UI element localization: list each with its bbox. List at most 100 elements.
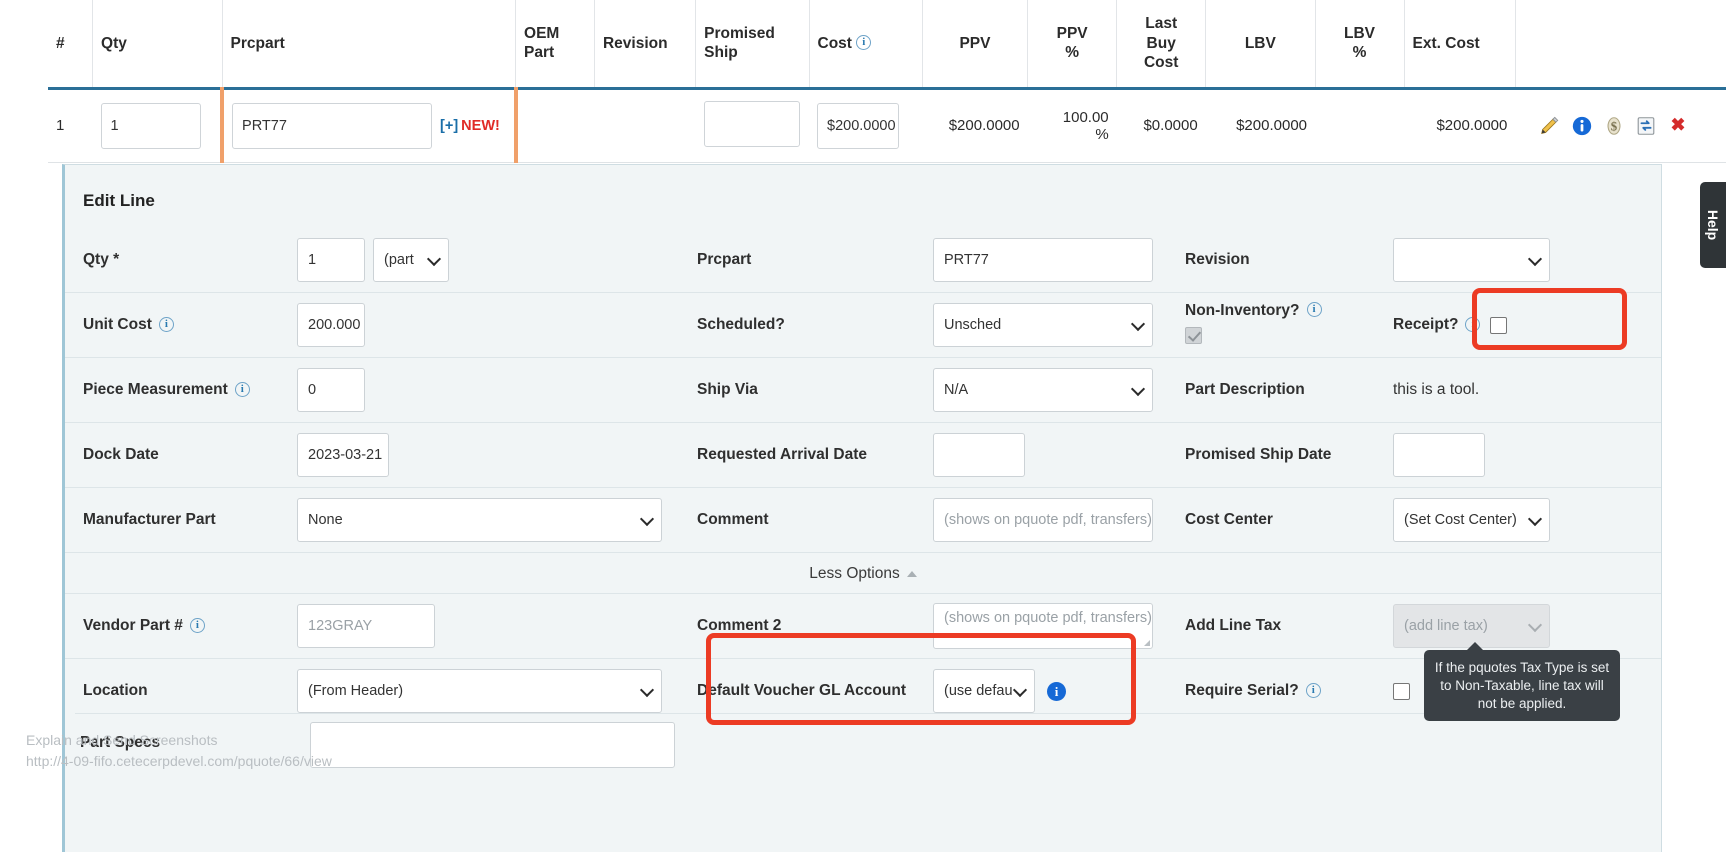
promised-ship-date-label-cell: Promised Ship Date [1185, 440, 1393, 470]
comment2-field-cell: (shows on pquote pdf, transfers) [933, 597, 1185, 655]
manufacturer-part-field-cell: None [297, 492, 697, 548]
location-label: Location [83, 682, 148, 699]
cost-center-select[interactable]: (Set Cost Center) [1393, 498, 1550, 542]
column-header-lbv-percent[interactable]: LBV% [1315, 0, 1405, 90]
delete-x-icon[interactable] [1667, 115, 1689, 137]
vendor-part-info-icon[interactable]: i [189, 617, 205, 633]
ship-via-label: Ship Via [697, 381, 758, 398]
non-inventory-info-icon[interactable]: i [1306, 302, 1322, 317]
requested-arrival-label-cell: Requested Arrival Date [697, 440, 933, 470]
piece-measurement-info-icon[interactable]: i [234, 381, 250, 397]
add-line-tax-label-cell: Add Line Tax [1185, 611, 1393, 641]
promised-ship-date-label: Promised Ship Date [1185, 446, 1332, 463]
location-select[interactable]: (From Header) [297, 669, 662, 713]
unit-cost-info-icon[interactable]: i [158, 316, 174, 332]
receipt-info-icon[interactable]: i [1465, 316, 1481, 332]
require-serial-label: Require Serial? [1185, 682, 1299, 699]
column-header-ppv-percent[interactable]: PPV% [1027, 0, 1118, 90]
qty-input[interactable]: 1 [100, 102, 201, 149]
revision-select[interactable] [1393, 237, 1550, 282]
default-voucher-gl-label-cell: Default Voucher GL Account [697, 676, 933, 706]
promised-ship-date-field-cell [1393, 427, 1643, 483]
promised-ship-input[interactable] [703, 100, 800, 147]
ship-via-label-cell: Ship Via [697, 375, 933, 405]
prcpart-input[interactable]: PRT77 [232, 102, 433, 149]
receipt-label: Receipt? [1393, 316, 1459, 333]
cell-ppv-percent: 100.00 % [1027, 88, 1117, 163]
dock-date-label: Dock Date [83, 446, 159, 463]
prcpart-input-field[interactable]: PRT77 [933, 237, 1153, 282]
less-options-label: Less Options [809, 565, 900, 582]
qty-field-cell: 1 (part [297, 232, 697, 288]
column-header-ext-cost[interactable]: Ext. Cost [1404, 0, 1516, 90]
form-row-unit-cost: Unit Cost i 200.000 Scheduled? Unsched N… [65, 292, 1661, 357]
less-options-toggle[interactable]: Less Options [65, 552, 1661, 593]
qty-unit-select[interactable]: (part [373, 237, 449, 282]
column-header-ppv[interactable]: PPV [922, 0, 1029, 90]
column-header-oem-part[interactable]: OEM Part [515, 0, 595, 90]
require-serial-checkbox[interactable] [1393, 682, 1410, 700]
cost-center-field-cell: (Set Cost Center) [1393, 492, 1643, 548]
column-header-cost[interactable]: Cost i [809, 0, 923, 90]
comment-textarea[interactable]: (shows on pquote pdf, transfers) [933, 498, 1153, 542]
transfer-doc-icon[interactable] [1635, 115, 1657, 137]
column-header-lbv[interactable]: LBV [1205, 0, 1316, 90]
column-header-actions [1515, 0, 1726, 90]
require-serial-label-cell: Require Serial? i [1185, 676, 1393, 706]
ship-via-select[interactable]: N/A [933, 368, 1153, 412]
default-voucher-gl-account-label: Default Voucher GL Account [697, 682, 906, 699]
column-header-qty[interactable]: Qty [92, 0, 223, 90]
column-header-last-buy-cost[interactable]: Last Buy Cost [1116, 0, 1207, 90]
edit-pencil-icon[interactable] [1539, 115, 1561, 137]
requested-arrival-date-input[interactable] [933, 433, 1025, 477]
qty-input-field[interactable]: 1 [297, 237, 365, 282]
unit-cost-input-field[interactable]: 200.000 [297, 303, 365, 347]
comment2-textarea[interactable]: (shows on pquote pdf, transfers) [933, 603, 1153, 649]
default-voucher-gl-account-select[interactable]: (use defau [933, 669, 1035, 713]
require-serial-info-icon[interactable]: i [1305, 682, 1321, 698]
promised-ship-date-input[interactable] [1393, 433, 1485, 477]
comment-label-cell: Comment [697, 505, 933, 535]
cell-promised-ship [695, 88, 810, 163]
cell-line-number: 1 [48, 88, 93, 163]
info-icon[interactable] [1571, 115, 1593, 137]
part-description-value: this is a tool. [1393, 381, 1480, 398]
cell-actions: $ [1515, 88, 1726, 163]
tooltip-arrow [1466, 642, 1484, 651]
default-voucher-gl-info-icon[interactable]: i [1047, 681, 1066, 701]
cell-ppv: $200.0000 [922, 88, 1028, 163]
part-specs-input[interactable] [310, 722, 675, 768]
column-header-revision[interactable]: Revision [594, 0, 697, 90]
vendor-part-input[interactable]: 123GRAY [297, 604, 435, 648]
part-description-label: Part Description [1185, 381, 1305, 398]
location-label-cell: Location [65, 676, 297, 706]
comment2-label: Comment 2 [697, 617, 782, 634]
add-line-tax-label: Add Line Tax [1185, 617, 1282, 634]
dock-date-input-field[interactable]: 2023-03-21 [297, 433, 389, 477]
column-header-number[interactable]: # [48, 0, 94, 90]
help-tab[interactable]: Help [1700, 182, 1726, 268]
comment2-label-cell: Comment 2 [697, 611, 933, 641]
vendor-part-label: Vendor Part # [83, 617, 183, 634]
dock-date-label-cell: Dock Date [65, 440, 297, 470]
piece-measurement-input-field[interactable]: 0 [297, 368, 365, 412]
receipt-checkbox[interactable] [1490, 316, 1508, 334]
manufacturer-part-label-cell: Manufacturer Part [65, 505, 297, 535]
cost-info-icon[interactable]: i [856, 34, 872, 50]
column-header-promised-ship[interactable]: Promised Ship [695, 0, 810, 90]
add-line-tax-tooltip: If the pquotes Tax Type is set to Non-Ta… [1424, 642, 1620, 722]
form-row-vendor-part: Vendor Part # i 123GRAY Comment 2 (shows… [65, 593, 1661, 658]
table-header-row: # Qty Prcpart OEM Part Revision Promised S… [48, 0, 1726, 90]
manufacturer-part-select[interactable]: None [297, 498, 662, 542]
cost-center-label-cell: Cost Center [1185, 505, 1393, 535]
chevron-up-icon [906, 571, 917, 577]
unit-cost-label-cell: Unit Cost i [65, 310, 297, 340]
help-tab-label: Help [1705, 209, 1721, 241]
cell-revision [594, 88, 696, 163]
scheduled-select[interactable]: Unsched [933, 303, 1153, 347]
dollar-icon[interactable]: $ [1603, 115, 1625, 137]
column-header-prcpart[interactable]: Prcpart [222, 0, 517, 90]
add-line-tax-field-cell: (add line tax) [1393, 598, 1643, 654]
new-part-flag[interactable]: [+] NEW! [440, 118, 500, 134]
cost-input[interactable]: $200.0000 [817, 102, 900, 149]
